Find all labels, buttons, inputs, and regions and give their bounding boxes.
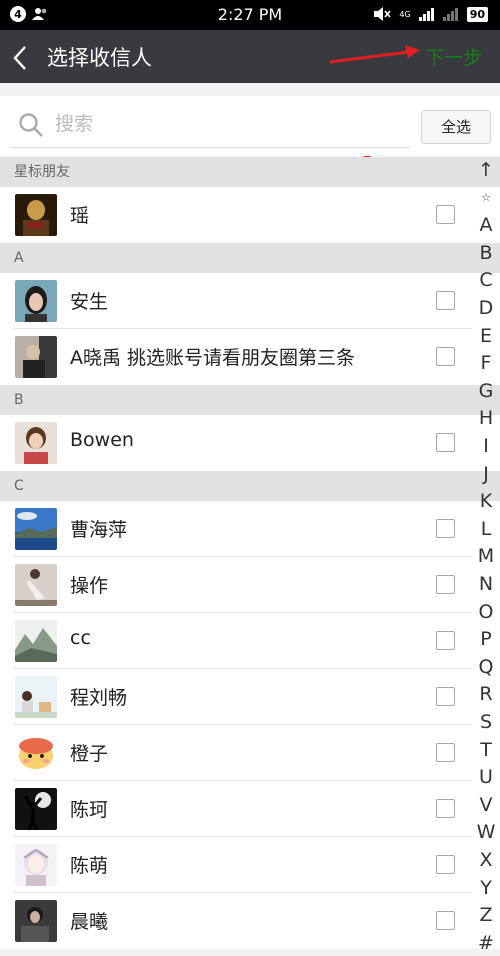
index-letter[interactable]: ↑ — [472, 157, 500, 183]
avatar — [15, 194, 57, 236]
index-letter[interactable]: X — [472, 847, 500, 873]
contact-name: 安生 — [70, 291, 109, 313]
contact-row[interactable]: 操作 — [0, 557, 500, 613]
network-type: 4G — [399, 9, 411, 19]
contact-checkbox[interactable] — [436, 291, 455, 310]
index-letter[interactable]: B — [472, 240, 500, 266]
search-box[interactable] — [10, 102, 410, 148]
avatar — [15, 564, 57, 606]
section-header-c: C — [0, 471, 500, 501]
index-letter[interactable]: K — [472, 488, 500, 514]
index-letter[interactable]: S — [472, 709, 500, 735]
title-bar: 选择收信人 下一步 — [0, 30, 500, 83]
avatar — [15, 422, 57, 464]
contact-row[interactable]: 安生 — [0, 273, 500, 329]
contact-name: 橙子 — [70, 743, 109, 765]
index-letter[interactable]: U — [472, 764, 500, 790]
index-letter[interactable]: L — [472, 516, 500, 542]
chevron-left-icon — [13, 46, 26, 70]
index-letter[interactable]: D — [472, 295, 500, 321]
contact-name: 陈萌 — [70, 855, 109, 877]
contact-name: 瑶 — [70, 205, 90, 227]
next-button[interactable]: 下一步 — [425, 43, 482, 70]
contact-name: cc — [70, 627, 91, 649]
contact-checkbox[interactable] — [436, 347, 455, 366]
contact-row[interactable]: 瑶 — [0, 187, 500, 243]
contact-name: 程刘畅 — [70, 687, 128, 709]
section-header-starred: 星标朋友 — [0, 157, 500, 187]
search-input[interactable] — [55, 108, 395, 140]
index-letter[interactable]: W — [472, 819, 500, 845]
contact-name: A晓禹 挑选账号请看朋友圈第三条 — [70, 347, 356, 369]
contact-row[interactable]: Bowen — [0, 415, 500, 471]
contact-row[interactable]: 程刘畅 — [0, 669, 500, 725]
index-letter[interactable]: R — [472, 681, 500, 707]
index-letter[interactable]: M — [472, 543, 500, 569]
contact-checkbox[interactable] — [436, 687, 455, 706]
avatar — [15, 676, 57, 718]
index-letter[interactable]: V — [472, 792, 500, 818]
signal-icon — [418, 8, 434, 21]
contact-checkbox[interactable] — [436, 631, 455, 650]
contact-checkbox[interactable] — [436, 519, 455, 538]
index-letter[interactable]: F — [472, 350, 500, 376]
battery-indicator: 90 — [466, 6, 488, 22]
page-title: 选择收信人 — [47, 46, 152, 70]
index-letter[interactable]: Y — [472, 875, 500, 901]
signal-icon-secondary — [442, 8, 458, 21]
index-letter[interactable]: N — [472, 571, 500, 597]
search-icon — [19, 113, 43, 137]
contact-row[interactable]: 晨曦 — [0, 893, 500, 949]
status-bar: 4 2:27 PM 4G 90 — [0, 0, 500, 30]
index-letter[interactable]: T — [472, 737, 500, 763]
avatar — [15, 900, 57, 942]
avatar — [15, 844, 57, 886]
index-letter[interactable]: I — [472, 433, 500, 459]
index-letter[interactable]: A — [472, 212, 500, 238]
select-all-button[interactable]: 全选 — [421, 110, 491, 144]
contact-row[interactable]: cc — [0, 613, 500, 669]
contact-name: 晨曦 — [70, 911, 109, 933]
section-header-a: A — [0, 243, 500, 273]
contact-row[interactable]: 曹海萍 — [0, 501, 500, 557]
contact-name: 陈珂 — [70, 799, 109, 821]
contact-checkbox[interactable] — [436, 205, 455, 224]
index-letter[interactable]: Q — [472, 654, 500, 680]
contact-row[interactable]: 橙子 — [0, 725, 500, 781]
contact-name: 操作 — [70, 575, 109, 597]
avatar — [15, 280, 57, 322]
contact-checkbox[interactable] — [436, 743, 455, 762]
contact-checkbox[interactable] — [436, 433, 455, 452]
alphabet-index-bar[interactable]: ↑ ☆ A B C D E F G H I J K L M N O P Q R S T U V W X Y Z # — [472, 157, 500, 954]
contact-checkbox[interactable] — [436, 855, 455, 874]
contact-row[interactable]: 陈珂 — [0, 781, 500, 837]
avatar — [15, 732, 57, 774]
section-header-b: B — [0, 385, 500, 415]
contact-row[interactable]: 陈萌 — [0, 837, 500, 893]
contact-list: 星标朋友 瑶 A 安生 A晓禹 挑选账号请看朋友圈第三条 B Bowen C 曹… — [0, 157, 500, 949]
index-letter[interactable]: ☆ — [472, 185, 500, 211]
avatar — [15, 620, 57, 662]
contact-name: Bowen — [70, 429, 134, 451]
index-letter[interactable]: C — [472, 267, 500, 293]
index-letter[interactable]: P — [472, 626, 500, 652]
avatar — [15, 336, 57, 378]
contact-name: 曹海萍 — [70, 519, 128, 541]
mute-icon — [374, 7, 392, 21]
avatar — [15, 788, 57, 830]
index-letter[interactable]: O — [472, 599, 500, 625]
avatar — [15, 508, 57, 550]
index-letter[interactable]: # — [472, 930, 500, 956]
index-letter[interactable]: Z — [472, 902, 500, 928]
contact-row[interactable]: A晓禹 挑选账号请看朋友圈第三条 — [0, 329, 500, 385]
contact-checkbox[interactable] — [436, 575, 455, 594]
index-letter[interactable]: G — [472, 378, 500, 404]
search-area: 全选 — [0, 96, 500, 156]
back-button[interactable] — [12, 40, 36, 72]
index-letter[interactable]: H — [472, 405, 500, 431]
contact-checkbox[interactable] — [436, 799, 455, 818]
index-letter[interactable]: J — [472, 461, 500, 487]
contact-checkbox[interactable] — [436, 911, 455, 930]
index-letter[interactable]: E — [472, 323, 500, 349]
